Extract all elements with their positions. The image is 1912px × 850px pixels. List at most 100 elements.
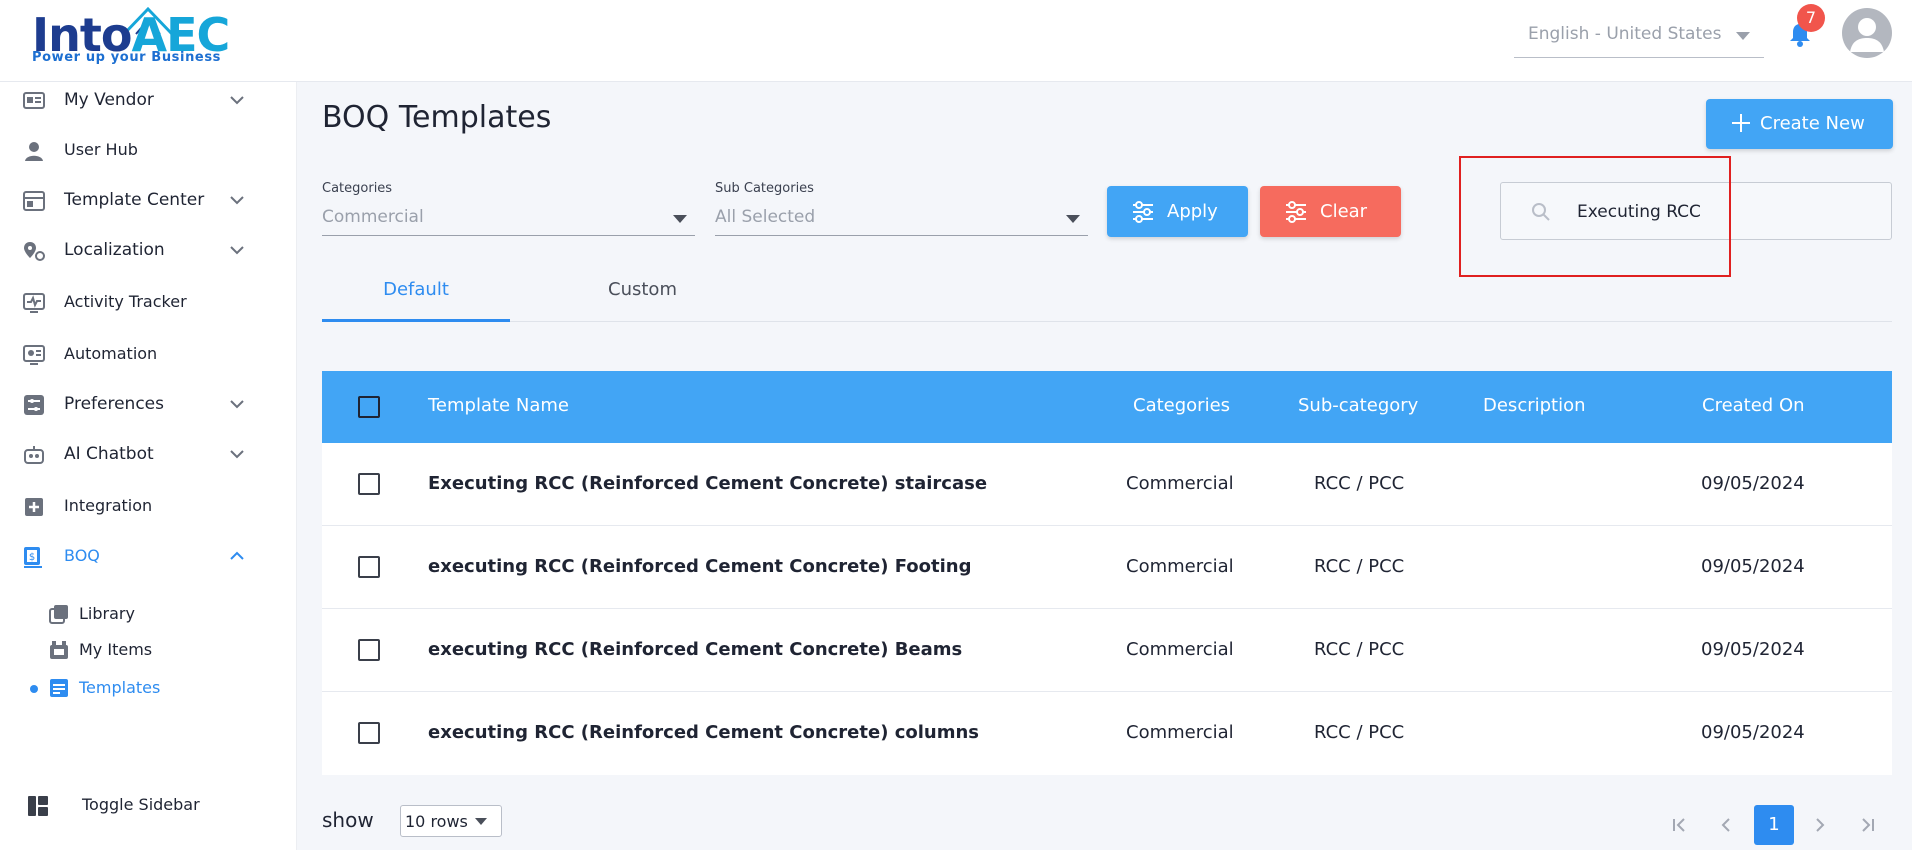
chevron-down-icon <box>230 450 244 459</box>
page-title: BOQ Templates <box>322 100 552 135</box>
sidebar: My Vendor User Hub Template Center Local… <box>0 82 297 850</box>
column-header-created-on[interactable]: Created On <box>1702 395 1805 416</box>
column-header-categories[interactable]: Categories <box>1133 395 1230 416</box>
activity-icon <box>23 293 45 313</box>
template-name[interactable]: executing RCC (Reinforced Cement Concret… <box>428 722 979 743</box>
row-checkbox[interactable] <box>358 639 380 661</box>
apply-label: Apply <box>1167 201 1218 222</box>
caret-down-icon <box>475 818 487 825</box>
sidebar-item-user-hub[interactable]: User Hub <box>0 128 297 174</box>
table-row[interactable]: executing RCC (Reinforced Cement Concret… <box>322 526 1892 609</box>
automation-icon <box>23 345 45 365</box>
items-icon <box>50 641 68 659</box>
sliders-icon <box>1286 201 1306 223</box>
sidebar-subitem-templates[interactable]: Templates <box>0 670 297 706</box>
sidebar-item-localization[interactable]: Localization <box>0 228 297 274</box>
intoaec-logo[interactable]: IntoAEC Power up your Business <box>30 6 230 68</box>
sidebar-item-label: Activity Tracker <box>64 292 187 311</box>
integration-icon <box>25 498 43 516</box>
templates-table: Template Name Categories Sub-category De… <box>322 371 1892 775</box>
categories-select[interactable]: Categories Commercial <box>322 181 695 236</box>
sidebar-item-label: AI Chatbot <box>64 444 154 464</box>
first-page-button[interactable] <box>1659 805 1699 845</box>
sidebar-item-label: Template Center <box>64 190 205 210</box>
subcategories-value: All Selected <box>715 207 816 227</box>
sidebar-item-template-center[interactable]: Template Center <box>0 178 297 224</box>
previous-page-button[interactable] <box>1706 805 1746 845</box>
chevron-down-icon <box>230 400 244 409</box>
column-header-description[interactable]: Description <box>1483 395 1586 416</box>
sidebar-item-integration[interactable]: Integration <box>0 484 297 530</box>
sidebar-subitem-label: Templates <box>79 678 161 697</box>
avatar[interactable] <box>1842 8 1892 58</box>
last-page-button[interactable] <box>1848 805 1888 845</box>
sidebar-item-preferences[interactable]: Preferences <box>0 382 297 428</box>
create-new-label: Create New <box>1760 113 1865 134</box>
toggle-sidebar-button[interactable]: Toggle Sidebar <box>0 782 297 828</box>
templates-icon <box>50 679 68 697</box>
toggle-sidebar-label: Toggle Sidebar <box>82 795 200 814</box>
notification-badge: 7 <box>1797 4 1825 32</box>
sidebar-item-activity-tracker[interactable]: Activity Tracker <box>0 280 297 326</box>
sidebar-subitem-label: My Items <box>79 640 153 659</box>
boq-icon: $ <box>24 547 42 568</box>
created-on-cell: 09/05/2024 <box>1701 556 1805 577</box>
tab-custom[interactable]: Custom <box>510 270 775 322</box>
created-on-cell: 09/05/2024 <box>1701 473 1805 494</box>
categories-label: Categories <box>322 181 393 196</box>
category-cell: Commercial <box>1126 722 1234 743</box>
select-all-checkbox[interactable] <box>358 396 380 418</box>
caret-down-icon <box>1066 215 1080 223</box>
top-bar: IntoAEC Power up your Business English -… <box>0 0 1912 82</box>
category-cell: Commercial <box>1126 639 1234 660</box>
vendor-icon <box>23 92 45 109</box>
apply-button[interactable]: Apply <box>1107 186 1248 237</box>
sidebar-item-label: Localization <box>64 240 165 260</box>
template-name[interactable]: Executing RCC (Reinforced Cement Concret… <box>428 473 987 494</box>
sidebar-subitem-my-items[interactable]: My Items <box>0 632 297 668</box>
sidebar-item-label: BOQ <box>64 546 100 565</box>
subcategory-cell: RCC / PCC <box>1314 473 1405 494</box>
created-on-cell: 09/05/2024 <box>1701 639 1805 660</box>
create-new-button[interactable]: Create New <box>1706 99 1893 149</box>
library-icon <box>49 605 68 624</box>
template-name[interactable]: executing RCC (Reinforced Cement Concret… <box>428 556 971 577</box>
category-cell: Commercial <box>1126 473 1234 494</box>
sidebar-item-label: User Hub <box>64 140 138 159</box>
first-page-icon <box>1673 818 1685 832</box>
language-select[interactable]: English - United States <box>1514 16 1764 58</box>
row-checkbox[interactable] <box>358 473 380 495</box>
sidebar-item-label: Preferences <box>64 394 164 414</box>
row-checkbox[interactable] <box>358 722 380 744</box>
column-header-template-name[interactable]: Template Name <box>428 395 569 416</box>
caret-down-icon <box>1736 32 1750 40</box>
template-name[interactable]: executing RCC (Reinforced Cement Concret… <box>428 639 962 660</box>
column-header-sub-category[interactable]: Sub-category <box>1298 395 1418 416</box>
tab-default[interactable]: Default <box>322 270 510 322</box>
table-row[interactable]: executing RCC (Reinforced Cement Concret… <box>322 692 1892 775</box>
show-label: show <box>322 808 374 832</box>
caret-down-icon <box>673 215 687 223</box>
clear-button[interactable]: Clear <box>1260 186 1401 237</box>
user-icon <box>25 142 43 161</box>
chevron-left-icon <box>1721 818 1730 832</box>
chevron-down-icon <box>230 96 244 105</box>
sidebar-subitem-library[interactable]: Library <box>0 596 297 632</box>
created-on-cell: 09/05/2024 <box>1701 722 1805 743</box>
rows-per-page-select[interactable]: 10 rows <box>400 805 502 837</box>
user-avatar-icon <box>1850 18 1884 52</box>
sidebar-item-label: Integration <box>64 496 153 515</box>
sidebar-item-boq[interactable]: $ BOQ <box>0 534 297 580</box>
page-button-current[interactable]: 1 <box>1754 805 1794 845</box>
table-row[interactable]: executing RCC (Reinforced Cement Concret… <box>322 609 1892 692</box>
last-page-icon <box>1862 818 1874 832</box>
subcategories-select[interactable]: Sub Categories All Selected <box>715 181 1088 236</box>
sidebar-item-automation[interactable]: Automation <box>0 332 297 378</box>
active-dot <box>30 685 38 693</box>
row-checkbox[interactable] <box>358 556 380 578</box>
sidebar-item-my-vendor[interactable]: My Vendor <box>0 78 297 124</box>
table-row[interactable]: Executing RCC (Reinforced Cement Concret… <box>322 443 1892 526</box>
next-page-button[interactable] <box>1800 805 1840 845</box>
rows-per-page-value: 10 rows <box>405 812 468 831</box>
sidebar-item-ai-chatbot[interactable]: AI Chatbot <box>0 432 297 478</box>
